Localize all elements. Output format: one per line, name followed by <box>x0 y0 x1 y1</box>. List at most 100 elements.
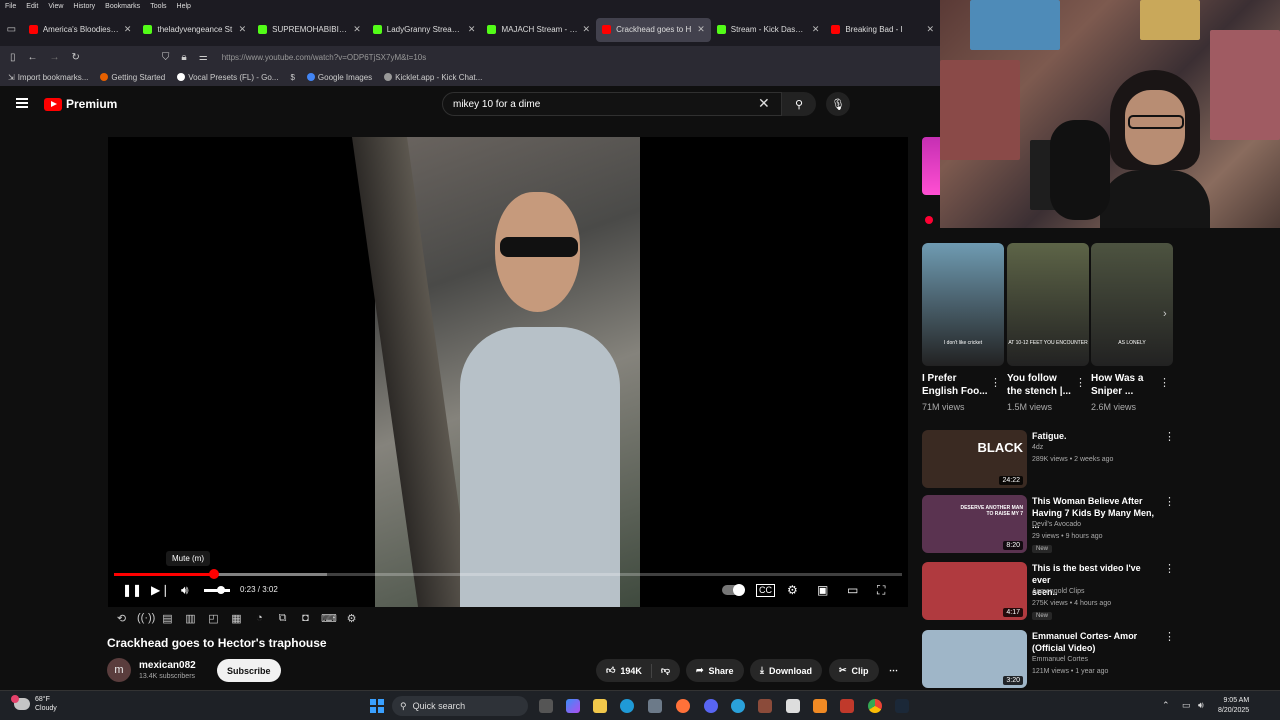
channel-name[interactable]: mexican082 <box>139 660 196 671</box>
short-thumbnail[interactable]: AS LONELY <box>1091 243 1173 366</box>
progress-scrubber[interactable] <box>209 569 220 579</box>
close-icon[interactable]: ✕ <box>353 24 361 35</box>
reload-icon[interactable]: ↻ <box>72 52 80 63</box>
more-vert-icon[interactable]: ⋮ <box>1164 562 1175 575</box>
firefox-icon[interactable] <box>676 699 690 713</box>
close-icon[interactable]: ✕ <box>697 24 705 35</box>
menu-item[interactable]: Bookmarks <box>105 3 140 10</box>
like-count[interactable]: 194K <box>620 666 642 676</box>
video-player[interactable]: Mute (m) ❚❚ ▶❘ 🔊︎ 0:23 / 3:02 CC ⚙ ▣ ▭ ⛶ <box>108 137 908 607</box>
miniplayer-icon[interactable]: ▣ <box>817 582 828 598</box>
forward-icon[interactable]: → <box>50 52 60 63</box>
windows-start-icon[interactable] <box>370 699 384 713</box>
chevron-right-icon[interactable]: › <box>1163 308 1167 320</box>
short-title[interactable]: I Prefer English Foo... <box>922 372 992 398</box>
sidebar-toggle-icon[interactable]: ▯ <box>10 52 16 63</box>
video-thumbnail[interactable]: 4:17 <box>922 562 1027 620</box>
settings-icon[interactable]: ⚙ <box>787 582 798 598</box>
enhancer-settings-icon[interactable]: ⚙ <box>344 612 359 625</box>
menu-item[interactable]: Help <box>177 3 191 10</box>
expand-icon[interactable]: ◰ <box>206 612 221 625</box>
close-icon[interactable]: ✕ <box>927 24 935 35</box>
sidebar-peek-thumbnail[interactable] <box>922 137 940 195</box>
keyboard-icon[interactable]: ⌨ <box>321 612 337 625</box>
more-actions-button[interactable]: ⋯ <box>882 659 905 682</box>
video-thumbnail[interactable]: 3:20 <box>922 630 1027 688</box>
task-view-icon[interactable] <box>539 699 553 713</box>
app-red-icon[interactable] <box>840 699 854 713</box>
more-vert-icon[interactable]: ⋮ <box>1159 376 1170 389</box>
pip-icon[interactable]: ⧉ <box>275 612 290 625</box>
subscribe-button[interactable]: Subscribe <box>217 659 281 682</box>
close-icon[interactable]: ✕ <box>468 24 476 35</box>
menu-item[interactable]: History <box>73 3 95 10</box>
channel-name[interactable]: Emmanuel Cortes <box>1032 656 1088 663</box>
autoplay-toggle[interactable] <box>722 584 745 596</box>
close-icon[interactable]: ✕ <box>812 24 820 35</box>
video-title-link[interactable]: Emmanuel Cortes- Amor (Official Video) <box>1032 630 1157 654</box>
taskbar-search[interactable]: ⚲ Quick search <box>392 696 528 716</box>
pause-icon[interactable]: ❚❚ <box>122 582 142 598</box>
permissions-icon[interactable]: ⚌ <box>199 52 208 63</box>
browser-tab[interactable]: Breaking Bad - I ✕ <box>825 18 940 42</box>
bookmark-getting-started[interactable]: Getting Started <box>100 73 165 82</box>
clip-button[interactable]: ✂ Clip <box>829 659 879 682</box>
next-icon[interactable]: ▶❘ <box>151 582 170 598</box>
youtube-logo[interactable]: Premium <box>44 97 117 111</box>
short-title[interactable]: How Was a Sniper ... <box>1091 372 1161 398</box>
browser-tab[interactable]: Crackhead goes to H ✕ <box>596 17 711 42</box>
bookmark-import[interactable]: ⇲ Import bookmarks... <box>8 73 88 82</box>
more-vert-icon[interactable]: ⋮ <box>1164 495 1175 508</box>
close-icon[interactable]: ✕ <box>124 24 132 35</box>
browser-tab[interactable]: MAJACH Stream - Watch ✕ <box>481 18 596 42</box>
taskbar-clock[interactable]: 9:05 AM 8/20/2025 <box>1218 696 1249 716</box>
tab-overview-icon[interactable]: ▭ <box>0 24 23 35</box>
network-icon[interactable]: ▭ <box>1182 700 1191 711</box>
browser-tab[interactable]: theladyvengeance St ✕ <box>137 18 252 42</box>
download-button[interactable]: ⤓ Download <box>750 659 822 682</box>
captions-icon[interactable]: CC <box>756 584 775 597</box>
dislike-icon[interactable]: 👎︎ <box>661 665 670 676</box>
share-button[interactable]: ➦ Share <box>686 659 744 682</box>
obs-icon[interactable] <box>786 699 800 713</box>
more-vert-icon[interactable]: ⋮ <box>1164 430 1175 443</box>
cinema-icon[interactable]: ▥ <box>183 612 198 625</box>
chrome-icon[interactable] <box>868 699 882 713</box>
avatar[interactable]: m <box>107 658 131 682</box>
browser-tab[interactable]: Stream - Kick Dashboard ✕ <box>711 18 826 42</box>
bookmark-vocal-presets[interactable]: Vocal Presets (FL) - Go... <box>177 73 278 82</box>
more-vert-icon[interactable]: ⋮ <box>990 376 1001 389</box>
back-icon[interactable]: ← <box>28 52 38 63</box>
app-orange-icon[interactable] <box>813 699 827 713</box>
speed-icon[interactable]: ◔ <box>252 612 267 625</box>
weather-widget[interactable]: 68°F Cloudy <box>11 695 57 713</box>
url-bar[interactable]: https://www.youtube.com/watch?v=ODP6TjSX… <box>222 53 427 62</box>
shield-icon[interactable]: ⛉ <box>162 52 170 63</box>
audio-icon[interactable]: ((·)) <box>137 612 155 625</box>
steam-icon[interactable] <box>895 699 909 713</box>
short-thumbnail[interactable]: I don't like cricket <box>922 243 1004 366</box>
menu-item[interactable]: Edit <box>26 3 38 10</box>
file-explorer-icon[interactable] <box>593 699 607 713</box>
browser-tab[interactable]: America's Bloodiest Day: ✕ <box>23 18 138 42</box>
telegram-icon[interactable] <box>731 699 745 713</box>
more-vert-icon[interactable]: ⋮ <box>1075 376 1086 389</box>
browser-tab[interactable]: LadyGranny Stream · Wa ✕ <box>367 18 482 42</box>
grid-icon[interactable]: ▦ <box>229 612 244 625</box>
video-title-link[interactable]: Fatigue. <box>1032 430 1157 442</box>
search-input[interactable]: mikey 10 for a dime <box>442 92 782 116</box>
clear-search-icon[interactable]: ✕ <box>758 95 770 112</box>
close-icon[interactable]: ✕ <box>239 24 247 35</box>
fullscreen-icon[interactable]: ⛶ <box>877 582 885 598</box>
loop-icon[interactable]: ⟲ <box>114 612 129 625</box>
theater-mode-icon[interactable]: ▭ <box>847 582 858 598</box>
copilot-icon[interactable] <box>566 699 580 713</box>
chevron-up-icon[interactable]: ⌃ <box>1162 700 1170 711</box>
channel-name[interactable]: 4dz <box>1032 444 1043 451</box>
more-vert-icon[interactable]: ⋮ <box>1164 630 1175 643</box>
edge-icon[interactable] <box>620 699 634 713</box>
channel-name[interactable]: Devil's Avocado <box>1032 521 1081 528</box>
discord-icon[interactable] <box>704 699 718 713</box>
short-thumbnail[interactable]: AT 10-12 FEET YOU ENCOUNTER <box>1007 243 1089 366</box>
progress-bar[interactable] <box>114 569 902 579</box>
